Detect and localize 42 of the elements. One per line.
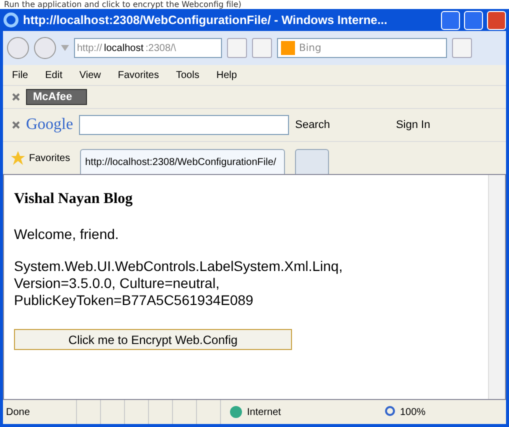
search-button[interactable] — [452, 38, 472, 58]
zoom-button[interactable]: 100% — [379, 406, 426, 418]
browser-logo-icon — [3, 12, 19, 28]
welcome-text: Welcome, friend. — [14, 226, 120, 243]
minimize-button[interactable] — [441, 10, 460, 30]
menu-item[interactable]: Tools — [176, 70, 200, 80]
zone-label: Internet — [220, 400, 379, 424]
zoom-icon — [385, 406, 397, 418]
search-field[interactable]: Bing — [277, 38, 447, 58]
sign-in-button[interactable]: Sign In — [396, 119, 430, 131]
menu-item[interactable]: Edit — [45, 70, 62, 80]
maximize-button[interactable] — [464, 10, 483, 30]
search-engine-logo-icon — [281, 41, 295, 55]
refresh-button[interactable] — [227, 38, 247, 58]
menu-item[interactable]: View — [79, 70, 101, 80]
window-title: http://localhost:2308/WebConfigurationFile/ - Windows Interne... — [23, 13, 388, 27]
status-text: Done — [5, 406, 31, 418]
stop-button[interactable] — [252, 38, 272, 58]
favorites-button[interactable]: Favorites — [11, 151, 70, 165]
menu-item[interactable]: File — [12, 70, 28, 80]
caret-icon[interactable] — [61, 45, 69, 51]
browser-tab[interactable]: http://localhost:2308/WebConfigurationFile/ — [80, 149, 286, 174]
google-search-field[interactable] — [79, 115, 290, 135]
scrollbar[interactable] — [488, 175, 505, 399]
menu-item[interactable]: Favorites — [118, 70, 159, 80]
browser-tab[interactable] — [295, 149, 330, 174]
caption-text: Run the application and click to encrypt the Webconfig file) — [3, 0, 242, 9]
close-toolbar-icon[interactable] — [12, 93, 20, 101]
page-heading: Vishal Nayan Blog — [14, 191, 134, 208]
back-button[interactable] — [7, 37, 29, 59]
close-toolbar-icon[interactable] — [12, 121, 20, 129]
menu-item[interactable]: Help — [216, 70, 237, 80]
encrypt-button[interactable]: Click me to Encrypt Web.Config — [14, 329, 292, 350]
star-icon — [11, 151, 25, 165]
search-button[interactable]: Search — [295, 119, 330, 131]
assembly-info-text: System.Web.UI.WebControls.LabelSystem.Xml.Linq, Version=3.5.0.0, Culture=neutral, PublicKeyToken=B77A5C561934E089 — [14, 258, 344, 309]
address-field[interactable]: http:// localhost :2308/\ — [74, 38, 222, 58]
google-logo: Google — [26, 116, 74, 134]
mcafee-button[interactable]: McAfee — [26, 89, 88, 105]
forward-button[interactable] — [34, 37, 56, 59]
close-button[interactable] — [487, 10, 506, 30]
globe-icon — [229, 405, 243, 419]
